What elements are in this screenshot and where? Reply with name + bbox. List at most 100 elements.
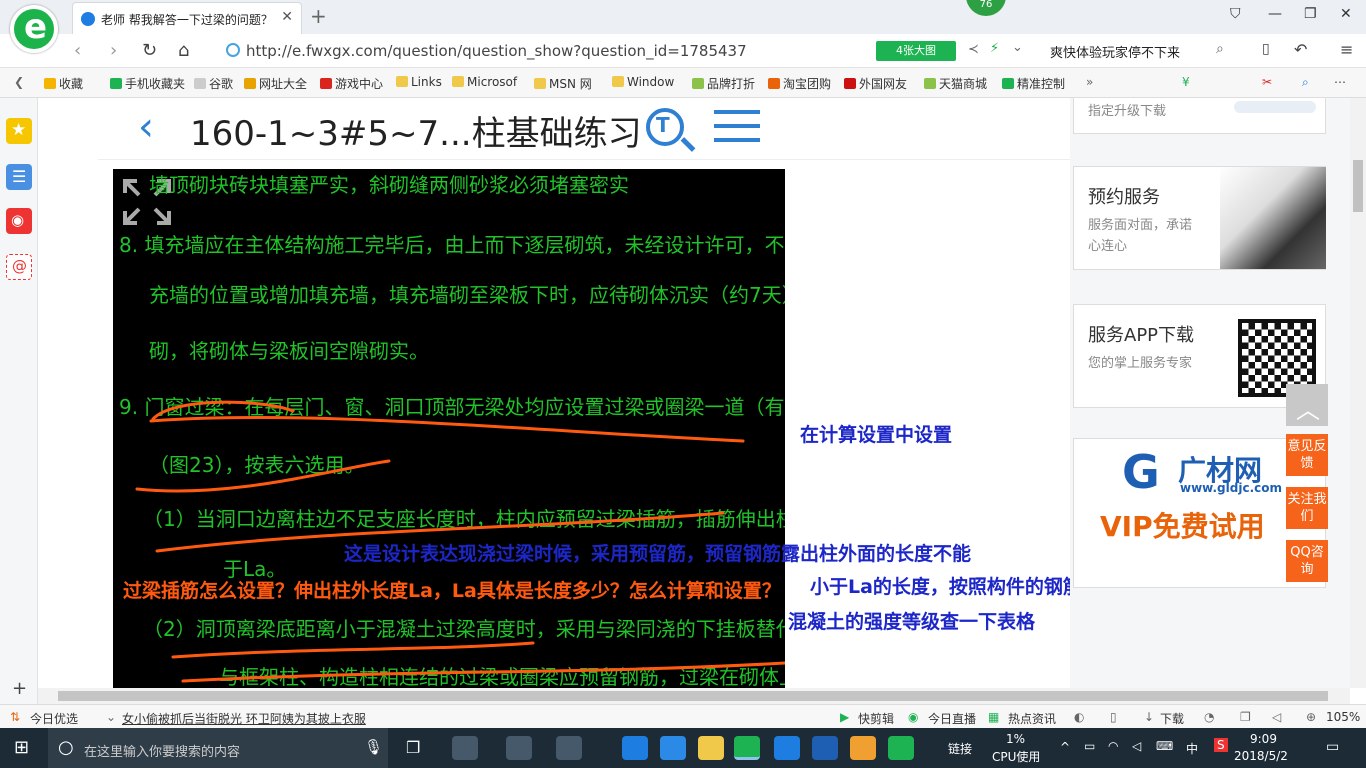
links-label[interactable]: 链接 [948,740,972,757]
more-tools-icon[interactable]: ⋯ [1334,75,1346,89]
search-tool-icon[interactable]: ⌕ [1302,75,1309,90]
bookmark-item[interactable]: Microsof [452,75,517,89]
question-image[interactable]: 墙顶砌块砖块填塞严实，斜砌缝两侧砂浆必须堵塞密实 8. 填充墙应在主体结构施工完… [113,169,785,688]
ime-label[interactable]: 中 [1186,740,1198,757]
vertical-scrollbar[interactable] [1350,98,1366,688]
app-e-icon[interactable] [506,736,532,760]
live-label[interactable]: 今日直播 [928,710,976,727]
new-tab-button[interactable]: + [310,4,327,28]
minimize-button[interactable]: — [1268,6,1282,22]
clock-date[interactable]: 2018/5/2 [1234,749,1288,763]
chevron-down-icon[interactable]: ⌄ [106,710,116,724]
refresh-icon[interactable]: ↻ [142,40,157,61]
keyboard-icon[interactable]: ⌨ [1156,739,1173,753]
close-window-button[interactable]: ✕ [1340,6,1352,22]
qq-consult-button[interactable]: QQ咨询 [1286,540,1328,582]
lightning-icon[interactable]: ⚡ [990,41,999,56]
add-sidebar-icon[interactable]: + [12,678,27,699]
bookmark-item[interactable]: MSN 网 [534,75,592,92]
volume-tray-icon[interactable]: ◁ [1132,739,1141,753]
horizontal-scroll-thumb[interactable] [58,691,1328,701]
close-tab-icon[interactable]: ✕ [281,9,293,25]
battery-icon[interactable]: ▭ [1084,739,1095,753]
search-icon[interactable]: ⌕ [1216,41,1224,57]
bookmark-item[interactable]: 手机收藏夹 [110,75,185,92]
hot-news-label[interactable]: 热点资讯 [1008,710,1056,727]
collapse-icon[interactable]: ❮ [14,75,24,89]
big-image-button[interactable]: 4张大图 [876,41,956,61]
sogou-icon[interactable]: S [1214,738,1228,752]
search-hint[interactable]: 爽快体验玩家停不下来 [1050,42,1180,61]
appointment-card[interactable]: 预约服务 服务面对面，承诺心连心 [1073,166,1326,270]
menu-icon[interactable]: ≡ [1340,40,1353,59]
file-explorer-icon[interactable] [698,736,724,760]
more-bookmarks-icon[interactable]: » [1086,75,1093,89]
taskbar-search-box[interactable]: ○ 在这里输入你要搜索的内容 🎙 [48,728,388,768]
share-icon[interactable]: ≺ [968,42,979,57]
task-view-icon[interactable]: ❐ [406,738,420,757]
back-nav-icon[interactable]: ‹ [74,40,81,61]
url-field[interactable]: http://e.fwxgx.com/question/question_sho… [220,39,1035,63]
quick-clip-label[interactable]: 快剪辑 [858,710,894,727]
bookmark-item[interactable]: Window [612,75,674,89]
window-icon[interactable]: ❐ [1240,710,1251,724]
bookmark-item[interactable]: 品牌打折 [692,75,755,92]
notifications-icon[interactable]: ▭ [1326,739,1339,755]
home-icon[interactable]: ⌂ [178,40,189,61]
bookmark-item[interactable]: 谷歌 [194,75,233,92]
news-headline[interactable]: 女小偷被抓后当街脱光 环卫阿姨为其披上衣服 [122,710,366,727]
reading-list-icon[interactable]: ☰ [6,164,32,190]
upgrade-card[interactable]: 指定升级下载 [1073,98,1326,134]
money-icon[interactable]: ¥ [1182,75,1190,89]
clock-time[interactable]: 9:09 [1250,732,1277,746]
windows-start-icon[interactable]: ⊞ [14,737,29,758]
shirt-icon[interactable]: ⛉ [1230,6,1241,22]
favorites-star-icon[interactable]: ★ [6,118,32,144]
forward-nav-icon[interactable]: › [110,40,117,61]
app-fan-icon[interactable] [452,736,478,760]
app-plus-icon[interactable] [774,736,800,760]
notification-badge[interactable]: 76 [966,0,1006,16]
back-arrow-icon[interactable]: ‹ [138,104,154,150]
back-to-top-button[interactable]: ︿ [1286,384,1328,426]
maximize-button[interactable]: ❐ [1304,6,1317,22]
daily-picks-label[interactable]: 今日优选 [30,710,78,727]
vertical-scroll-thumb[interactable] [1353,160,1363,212]
weibo-icon[interactable]: ◉ [6,208,32,234]
speed-icon[interactable]: ◐ [1074,710,1084,724]
scissors-icon[interactable]: ✂ [1262,75,1272,89]
bookmark-item[interactable]: 游戏中心 [320,75,383,92]
zoom-level[interactable]: 105% [1326,710,1360,724]
bookmark-item[interactable]: Links [396,75,442,89]
edge-icon[interactable] [622,736,648,760]
hamburger-menu-icon[interactable] [714,110,760,152]
browser-taskbar-icon[interactable] [734,736,760,760]
download-label[interactable]: 下载 [1160,710,1184,727]
mobile-icon[interactable]: ▯ [1110,710,1117,724]
bookmark-item[interactable]: 网址大全 [244,75,307,92]
phone-icon[interactable]: ▯ [1262,41,1270,57]
bookmark-item[interactable]: 精准控制 [1002,75,1065,92]
follow-us-button[interactable]: 关注我们 [1286,487,1328,529]
chevron-down-icon[interactable]: ⌄ [1012,40,1023,55]
bookmark-item[interactable]: 收藏 [44,75,83,92]
undo-icon[interactable]: ↶ [1294,40,1307,59]
tray-up-icon[interactable]: ^ [1060,740,1070,754]
bookmark-item[interactable]: 淘宝团购 [768,75,831,92]
horizontal-scrollbar[interactable] [38,688,1350,704]
bookmark-item[interactable]: 外国网友 [844,75,907,92]
volume-icon[interactable]: ◁ [1272,710,1281,724]
feedback-button[interactable]: 意见反馈 [1286,434,1328,476]
microphone-icon[interactable]: 🎙 [364,738,383,756]
browser-tab[interactable]: 老师 帮我解答一下过梁的问题？ ✕ [72,2,302,34]
app-h-icon[interactable] [888,736,914,760]
app-g-icon[interactable] [812,736,838,760]
browser-logo[interactable] [10,5,58,53]
wifi-icon[interactable]: ◠ [1108,739,1118,753]
email-icon[interactable]: @ [6,254,32,280]
brush-icon[interactable]: ◔ [1204,710,1214,724]
ie-icon[interactable] [660,736,686,760]
bookmark-item[interactable]: 天猫商城 [924,75,987,92]
app-spiral-icon[interactable] [556,736,582,760]
app-notes-icon[interactable] [850,736,876,760]
